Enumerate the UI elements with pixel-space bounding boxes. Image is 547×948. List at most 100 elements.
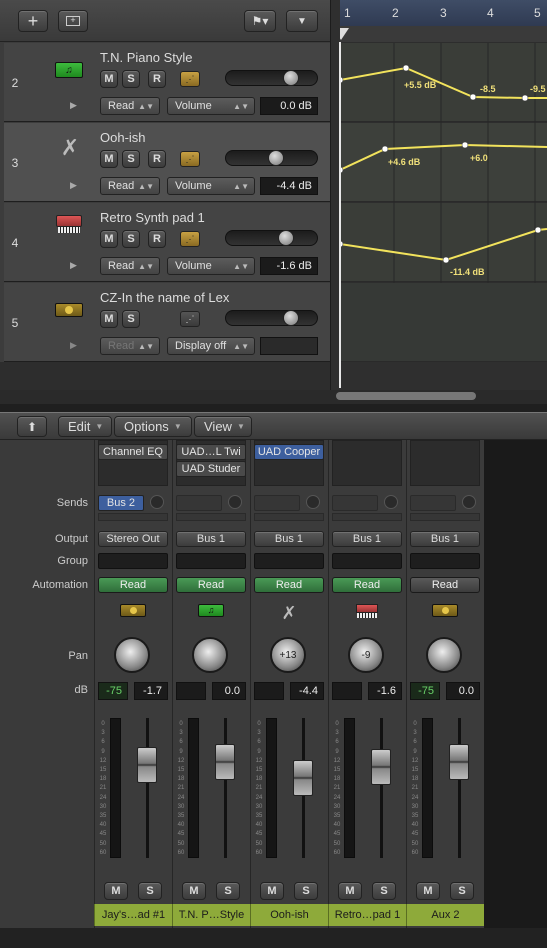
mute-button[interactable]: M xyxy=(260,882,284,900)
track-name[interactable]: T.N. Piano Style xyxy=(100,50,193,65)
send-slot-empty[interactable] xyxy=(410,513,480,521)
automation-value-field[interactable]: 0.0 dB xyxy=(260,97,318,115)
volume-value-display[interactable]: -4.4 xyxy=(290,682,324,700)
send-level-knob[interactable] xyxy=(306,495,320,509)
automation-mode-button[interactable]: Read xyxy=(254,577,324,593)
synth-icon[interactable] xyxy=(352,604,382,624)
automation-toggle-button[interactable]: ⋰ xyxy=(180,231,200,247)
bar-ruler[interactable]: 1 2 3 4 5 xyxy=(333,0,547,42)
track-name[interactable]: Retro Synth pad 1 xyxy=(100,210,205,225)
synth-icon[interactable] xyxy=(56,215,82,237)
output-button[interactable]: Bus 1 xyxy=(176,531,246,547)
disclosure-triangle-icon[interactable]: ▶ xyxy=(70,340,77,351)
solo-button[interactable]: S xyxy=(138,882,162,900)
solo-button[interactable]: S xyxy=(450,882,474,900)
automation-value-field[interactable] xyxy=(260,337,318,355)
duplicate-track-button[interactable]: + xyxy=(58,10,88,32)
mute-button[interactable]: M xyxy=(100,70,118,88)
track-name[interactable]: Ooh-ish xyxy=(100,130,146,145)
horizontal-scrollbar-thumb[interactable] xyxy=(336,392,476,400)
record-enable-button[interactable]: R xyxy=(148,70,166,88)
channel-name[interactable]: Ooh-ish xyxy=(250,904,328,926)
send-slot-empty[interactable] xyxy=(176,513,246,521)
fader-track[interactable] xyxy=(146,718,149,858)
solo-button[interactable]: S xyxy=(216,882,240,900)
automation-toggle-button[interactable]: ⋰ xyxy=(180,71,200,87)
group-button[interactable] xyxy=(254,553,324,569)
automation-curves[interactable] xyxy=(340,43,547,283)
mixer-divider[interactable] xyxy=(0,404,547,412)
volume-value-display[interactable]: -1.6 xyxy=(368,682,402,700)
send-level-knob[interactable] xyxy=(384,495,398,509)
pan-knob[interactable]: -9 xyxy=(348,637,384,673)
send-slot[interactable] xyxy=(176,495,222,511)
solo-button[interactable]: S xyxy=(294,882,318,900)
peak-level-display[interactable]: -75 xyxy=(410,682,440,700)
insert-slot[interactable]: UAD Cooper xyxy=(254,444,324,460)
horizontal-scroll-track[interactable] xyxy=(334,390,547,404)
peak-level-display[interactable] xyxy=(176,682,206,700)
fader-track[interactable] xyxy=(380,718,383,858)
send-slot-empty[interactable] xyxy=(254,513,324,521)
track-name[interactable]: CZ-In the name of Lex xyxy=(100,290,229,305)
automation-mode-button[interactable]: Read xyxy=(98,577,168,593)
insert-slots[interactable] xyxy=(410,440,480,486)
group-button[interactable] xyxy=(98,553,168,569)
mute-button[interactable]: M xyxy=(416,882,440,900)
peak-level-display[interactable] xyxy=(332,682,362,700)
solo-button[interactable]: S xyxy=(122,70,140,88)
mute-button[interactable]: M xyxy=(100,230,118,248)
pan-knob[interactable] xyxy=(192,637,228,673)
send-slot-empty[interactable] xyxy=(98,513,168,521)
disclosure-triangle-icon[interactable]: ▶ xyxy=(70,100,77,111)
automation-mode-select[interactable]: Read ▲▼ xyxy=(100,177,160,195)
volume-value-display[interactable]: -1.7 xyxy=(134,682,168,700)
add-track-button[interactable]: + xyxy=(18,10,48,32)
volume-fader[interactable] xyxy=(371,749,391,785)
channel-name[interactable]: Jay's…ad #1 xyxy=(94,904,172,926)
volume-slider[interactable] xyxy=(225,310,318,326)
send-level-knob[interactable] xyxy=(228,495,242,509)
volume-slider[interactable] xyxy=(225,70,318,86)
options-menu[interactable]: Options ▼ xyxy=(114,416,192,437)
volume-slider[interactable] xyxy=(225,150,318,166)
send-level-knob[interactable] xyxy=(462,495,476,509)
aux-icon[interactable] xyxy=(55,303,83,317)
automation-mode-button[interactable]: Read xyxy=(410,577,480,593)
keyboard-midi-icon[interactable]: ♫ xyxy=(196,604,226,624)
pan-knob[interactable]: +13 xyxy=(270,637,306,673)
group-button[interactable] xyxy=(332,553,402,569)
playhead-line[interactable] xyxy=(339,42,341,388)
mixer-up-button[interactable]: ⬆ xyxy=(17,416,47,437)
view-menu[interactable]: View ▼ xyxy=(194,416,252,437)
volume-slider[interactable] xyxy=(225,230,318,246)
fader-track[interactable] xyxy=(458,718,461,858)
volume-fader[interactable] xyxy=(137,747,157,783)
mute-button[interactable]: M xyxy=(100,150,118,168)
volume-slider-knob[interactable] xyxy=(283,70,299,86)
volume-value-display[interactable]: 0.0 xyxy=(446,682,480,700)
mute-button[interactable]: M xyxy=(104,882,128,900)
automation-value-field[interactable]: -4.4 dB xyxy=(260,177,318,195)
record-enable-button[interactable]: R xyxy=(148,230,166,248)
insert-slot[interactable]: UAD Studer xyxy=(176,461,246,477)
automation-toggle-button[interactable]: ⋰ xyxy=(180,151,200,167)
volume-fader[interactable] xyxy=(293,760,313,796)
automation-mode-select[interactable]: Read ▲▼ xyxy=(100,97,160,115)
automation-lane[interactable] xyxy=(340,283,547,362)
send-slot[interactable] xyxy=(332,495,378,511)
group-button[interactable] xyxy=(410,553,480,569)
output-button[interactable]: Stereo Out xyxy=(98,531,168,547)
mute-button[interactable]: M xyxy=(182,882,206,900)
automation-value-field[interactable]: -1.6 dB xyxy=(260,257,318,275)
aux-icon[interactable] xyxy=(430,604,460,624)
disclosure-triangle-icon[interactable]: ▶ xyxy=(70,260,77,271)
channel-name[interactable]: Aux 2 xyxy=(406,904,484,926)
group-button[interactable] xyxy=(176,553,246,569)
mute-button[interactable]: M xyxy=(100,310,118,328)
collapse-button[interactable]: ▼ xyxy=(286,10,318,32)
mute-button[interactable]: M xyxy=(338,882,362,900)
automation-mode-button[interactable]: Read xyxy=(332,577,402,593)
fader-track[interactable] xyxy=(224,718,227,858)
pan-knob[interactable] xyxy=(426,637,462,673)
